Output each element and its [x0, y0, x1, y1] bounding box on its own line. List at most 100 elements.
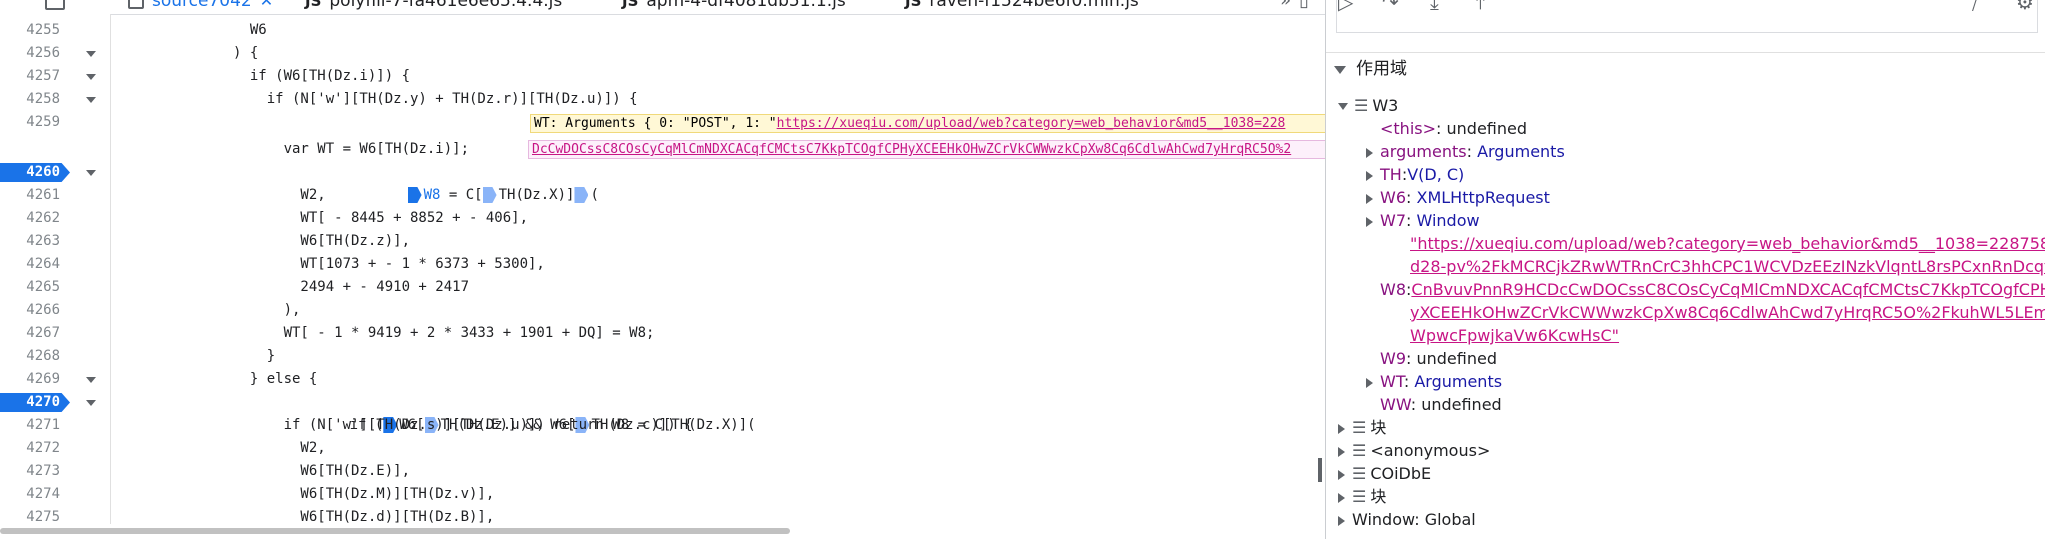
scope-section-coidbe[interactable]: ☰ COiDbE: [1338, 462, 1431, 485]
scope-item-w6[interactable]: W6: XMLHttpRequest: [1366, 186, 1550, 209]
resume-icon[interactable]: ▷: [1338, 0, 1353, 14]
chevron-down-icon: [1334, 66, 1346, 74]
scope-item-w8[interactable]: W8:CnBvuvPnnR9HCDcCwDOCssC8COsCyCqMlCmND…: [1380, 278, 2045, 301]
line-number[interactable]: 4260: [0, 161, 60, 184]
scope-item-ww[interactable]: WW: undefined: [1380, 393, 1502, 416]
js-file-icon: JS: [305, 0, 322, 10]
tab-overflow-icons[interactable]: »▯: [1280, 0, 1317, 11]
line-number: 4257: [26, 68, 60, 84]
scope-item-w7[interactable]: W7: Window: [1366, 209, 1480, 232]
tab-label: polyfill-7-fa461e6e65.4.4.js: [329, 0, 563, 11]
line-number: 4264: [26, 256, 60, 272]
step-over-icon[interactable]: ↷: [1382, 0, 1399, 14]
chevron-right-icon: [1338, 492, 1345, 503]
line-number: 4256: [26, 45, 60, 61]
scope-title: 作用域: [1356, 59, 1407, 79]
chevron-right-icon: [1366, 147, 1373, 158]
scope-item-th[interactable]: TH:V(D, C): [1366, 163, 1464, 186]
url-link[interactable]: d28-pv%2FkMCRCjkZRwWTRnCrC3hhCPC1WCVDzEE…: [1410, 257, 2045, 276]
code-token: (: [590, 187, 599, 203]
chevron-down-icon: [1338, 103, 1348, 110]
code-line: } else {: [115, 371, 318, 387]
code-token: W8: [423, 187, 441, 203]
code-line: 2494 + - 4910 + 2417: [115, 279, 470, 295]
fold-chevron-icon[interactable]: [86, 400, 96, 406]
line-number: 4273: [26, 463, 60, 479]
tab-apm[interactable]: JS apm-4-df4081db51.1.js: [622, 0, 846, 14]
close-icon[interactable]: ✕: [260, 0, 273, 10]
fold-chevron-icon[interactable]: [86, 51, 96, 57]
code-line: WT[ - 1 * 9419 + 2 * 3433 + 1901 + DQ] =…: [115, 325, 655, 341]
tab-menu-icon[interactable]: [45, 0, 65, 10]
fold-chevron-icon[interactable]: [86, 97, 96, 103]
url-link[interactable]: "https://xueqiu.com/upload/web?category=…: [1410, 234, 2045, 253]
scope-item-wt[interactable]: WT: Arguments: [1366, 370, 1502, 393]
line-number: 4266: [26, 302, 60, 318]
tab-raven[interactable]: JS raven-f1524be6f0.min.js: [905, 0, 1139, 14]
code-line: W6[TH(Dz.d)][TH(Dz.B)],: [115, 509, 495, 524]
scope-name: 块: [1370, 418, 1387, 437]
scope-icon: ☰: [1352, 487, 1367, 506]
w7-url-value[interactable]: "https://xueqiu.com/upload/web?category=…: [1410, 232, 2045, 255]
chevron-right-icon: [1366, 170, 1373, 181]
property-name: arguments: [1380, 142, 1467, 161]
fold-chevron-icon[interactable]: [86, 170, 96, 176]
chevron-right-icon: [1338, 446, 1345, 457]
property-value: undefined: [1446, 119, 1528, 138]
line-number: 4272: [26, 440, 60, 456]
scope-name: <anonymous>: [1370, 441, 1491, 460]
w7-url-value-cont: d28-pv%2FkMCRCjkZRwWTRnCrC3hhCPC1WCVDzEE…: [1410, 255, 2045, 278]
horizontal-scrollbar[interactable]: [0, 528, 790, 534]
tab-polyfill[interactable]: JS polyfill-7-fa461e6e65.4.4.js: [305, 0, 562, 14]
scope-section-block[interactable]: ☰ 块: [1338, 416, 1386, 439]
scope-section-block-2[interactable]: ☰ 块: [1338, 485, 1386, 508]
scope-item-w9[interactable]: W9: undefined: [1380, 347, 1497, 370]
line-number: 4255: [26, 22, 60, 38]
scope-name: Window: Global: [1352, 510, 1476, 529]
tab-label: source7042: [152, 0, 252, 11]
property-value: Arguments: [1477, 142, 1565, 161]
line-number: 4259: [26, 114, 60, 130]
w8-value-cont: yXCEEHkOHwZCrVkCWWwzkCpXw8Cq6CdlwAhCwd7y…: [1410, 301, 2045, 324]
deactivate-breakpoints-icon[interactable]: ⧸: [1972, 0, 1979, 14]
tooltip-url-link[interactable]: https://xueqiu.com/upload/web?category=w…: [777, 116, 1286, 131]
code-token: = C[: [440, 187, 483, 203]
code-line: W6: [115, 22, 267, 38]
code-line: W2,: [115, 187, 326, 203]
line-number: 4271: [26, 417, 60, 433]
scope-item-arguments[interactable]: arguments: Arguments: [1366, 140, 1565, 163]
fold-chevron-icon[interactable]: [86, 377, 96, 383]
line-number: 4274: [26, 486, 60, 502]
scope-item-this[interactable]: <this>: undefined: [1380, 117, 1527, 140]
property-value: undefined: [1421, 395, 1502, 414]
scope-icon: ☰: [1352, 464, 1367, 483]
code-view[interactable]: W6 ) { if (W6[TH(Dz.i)]) { if (N['w'][TH…: [115, 14, 1325, 524]
scope-section-header[interactable]: 作用域: [1326, 54, 2045, 84]
code-line: W6[TH(Dz.M)][TH(Dz.v)],: [115, 486, 495, 502]
step-out-icon[interactable]: ⤒: [1476, 0, 1485, 14]
step-into-icon[interactable]: ⤓: [1430, 0, 1439, 14]
tab-source7042[interactable]: source7042 ✕: [128, 0, 273, 14]
fold-chevron-icon[interactable]: [86, 74, 96, 80]
scope-root-w3[interactable]: ☰ W3: [1338, 94, 1398, 117]
line-number[interactable]: 4270: [0, 391, 60, 414]
chevron-right-icon: [1338, 515, 1345, 526]
code-line: ),: [115, 302, 301, 318]
chevron-right-icon: [1366, 216, 1373, 227]
gear-icon[interactable]: ⚙: [2016, 0, 2034, 14]
code-line: if (N['w'][TH(Dz.y) + TH(Dz.r)][TH(Dz.u)…: [115, 91, 638, 107]
inline-value-wt: DcCwDOCssC8COsCyCqMlCmNDXCACqfCMCtsC7Kkp…: [528, 140, 1325, 159]
step-marker-icon: [482, 187, 497, 203]
property-name: W9: [1380, 349, 1406, 368]
editor-tab-bar: source7042 ✕ JS polyfill-7-fa461e6e65.4.4.…: [0, 0, 1325, 15]
code-line: if (N['w'][TH(Dz.s)][TH(Dz.u)]) return W…: [115, 417, 756, 433]
property-name: <this>: [1380, 119, 1437, 138]
vertical-scrollbar-thumb[interactable]: [1318, 458, 1322, 482]
scope-section-anonymous[interactable]: ☰ <anonymous>: [1338, 439, 1490, 462]
code-line: }: [115, 348, 276, 364]
w8-value-cont: WpwcFpwjkaVw6KcwHsC": [1410, 324, 1619, 347]
debugger-sidebar: ▷ ↷ ⤓ ⤒ ⧸ ⚙ 作用域 ☰ W3 <this>: undefined ar…: [1326, 0, 2045, 539]
line-number: 4258: [26, 91, 60, 107]
scope-section-global[interactable]: Window: Global: [1338, 508, 1476, 531]
tab-label: raven-f1524be6f0.min.js: [929, 0, 1139, 11]
